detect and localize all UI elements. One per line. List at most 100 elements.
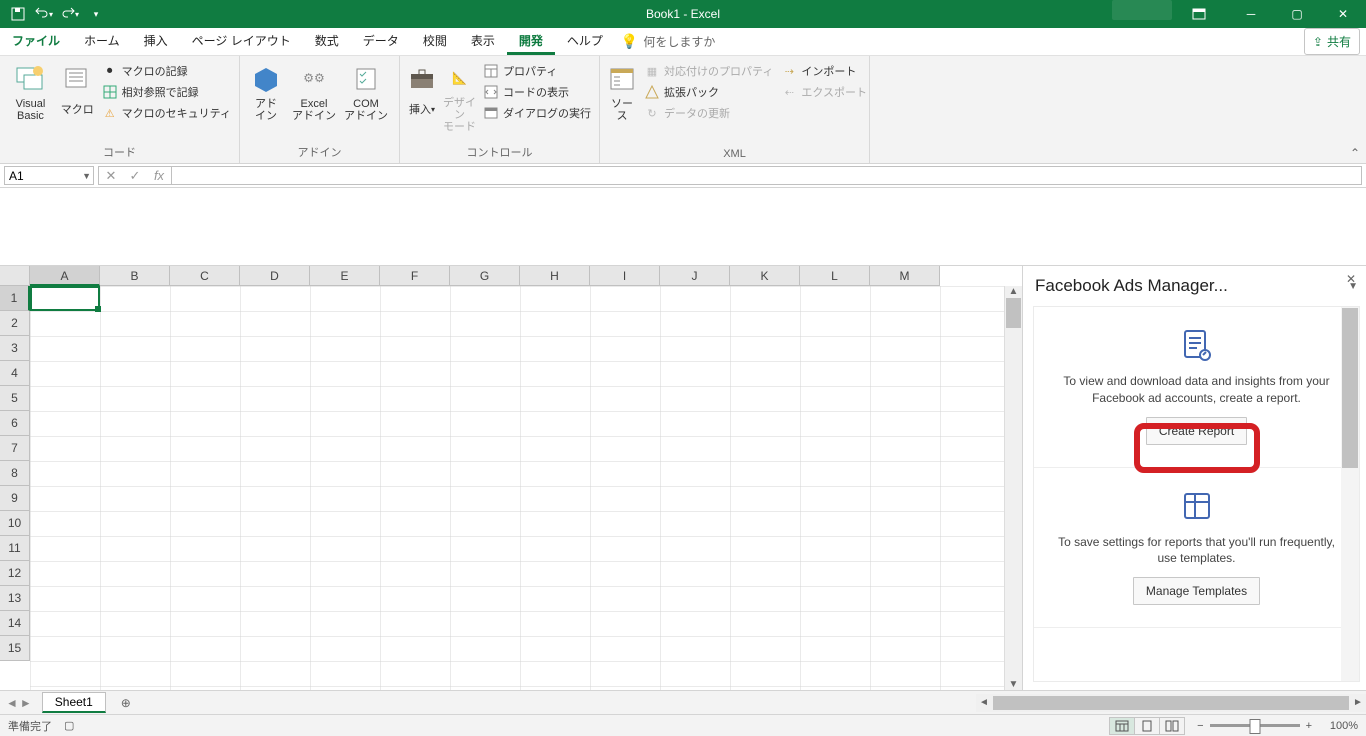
add-sheet-icon[interactable]: ⊕ <box>116 696 136 710</box>
scroll-down-icon[interactable]: ▼ <box>1005 679 1022 690</box>
vertical-scrollbar[interactable]: ▲ ▼ <box>1004 286 1022 690</box>
macros-button[interactable]: マクロ <box>59 60 96 123</box>
manage-templates-button[interactable]: Manage Templates <box>1133 577 1260 605</box>
select-all-cell[interactable] <box>0 266 30 286</box>
share-button[interactable]: ⇪共有 <box>1304 28 1360 55</box>
col-header-H[interactable]: H <box>520 266 590 286</box>
col-header-E[interactable]: E <box>310 266 380 286</box>
tab-view[interactable]: 表示 <box>459 28 507 55</box>
visual-basic-button[interactable]: Visual Basic <box>6 60 55 123</box>
name-box[interactable]: A1▼ <box>4 166 94 185</box>
enter-icon[interactable]: ✓ <box>123 168 147 184</box>
row-header-2[interactable]: 2 <box>0 311 30 336</box>
col-header-G[interactable]: G <box>450 266 520 286</box>
design-mode-button[interactable]: 📐デザイン モード <box>442 60 477 133</box>
macro-record-status-icon[interactable]: ▢ <box>64 719 74 732</box>
excel-addins-button[interactable]: ⚙⚙Excel アドイン <box>290 60 338 123</box>
tab-formulas[interactable]: 数式 <box>303 28 351 55</box>
import-button[interactable]: ⇢インポート <box>779 62 869 80</box>
tab-data[interactable]: データ <box>351 28 411 55</box>
tab-developer[interactable]: 開発 <box>507 28 555 55</box>
row-header-4[interactable]: 4 <box>0 361 30 386</box>
col-header-D[interactable]: D <box>240 266 310 286</box>
taskpane-scrollbar[interactable] <box>1341 307 1359 681</box>
row-header-15[interactable]: 15 <box>0 636 30 661</box>
sheet-tab-1[interactable]: Sheet1 <box>42 692 106 713</box>
properties-button[interactable]: プロパティ <box>481 62 593 80</box>
cancel-icon[interactable]: ✕ <box>99 168 123 184</box>
expansion-pack-button[interactable]: 拡張パック <box>642 83 775 101</box>
tab-review[interactable]: 校閲 <box>411 28 459 55</box>
hscroll-thumb[interactable] <box>993 696 1349 710</box>
xml-source-button[interactable]: ソース <box>606 60 638 123</box>
col-header-A[interactable]: A <box>30 266 100 286</box>
addins-button[interactable]: アド イン <box>246 60 286 123</box>
collapse-ribbon-icon[interactable]: ⌃ <box>1350 146 1360 160</box>
dropdown-icon[interactable]: ▼ <box>82 171 91 181</box>
taskpane-close-icon[interactable]: ✕ <box>1346 272 1356 286</box>
scroll-right-icon[interactable]: ► <box>1350 697 1366 708</box>
formula-input[interactable] <box>172 166 1362 185</box>
zoom-out-icon[interactable]: − <box>1197 720 1203 732</box>
col-header-C[interactable]: C <box>170 266 240 286</box>
ribbon-display-options-icon[interactable] <box>1176 0 1222 28</box>
undo-icon[interactable]: ▾ <box>32 2 56 26</box>
create-report-button[interactable]: Create Report <box>1146 417 1247 445</box>
formula-bar-expanded[interactable] <box>0 188 1366 266</box>
user-account[interactable] <box>1112 0 1172 20</box>
row-header-14[interactable]: 14 <box>0 611 30 636</box>
save-icon[interactable] <box>6 2 30 26</box>
row-header-12[interactable]: 12 <box>0 561 30 586</box>
row-header-9[interactable]: 9 <box>0 486 30 511</box>
tell-me[interactable]: 💡何をしますか <box>621 28 715 55</box>
minimize-button[interactable]: ─ <box>1228 0 1274 28</box>
macro-security-button[interactable]: ⚠マクロのセキュリティ <box>100 104 233 122</box>
col-header-L[interactable]: L <box>800 266 870 286</box>
fx-icon[interactable]: fx <box>147 168 171 183</box>
col-header-M[interactable]: M <box>870 266 940 286</box>
row-header-6[interactable]: 6 <box>0 411 30 436</box>
col-header-B[interactable]: B <box>100 266 170 286</box>
page-break-view-icon[interactable] <box>1159 717 1185 735</box>
next-sheet-icon[interactable]: ► <box>20 696 32 710</box>
col-header-I[interactable]: I <box>590 266 660 286</box>
row-header-5[interactable]: 5 <box>0 386 30 411</box>
horizontal-scrollbar[interactable]: ◄ ► <box>976 694 1366 712</box>
page-layout-view-icon[interactable] <box>1134 717 1160 735</box>
maximize-button[interactable]: ▢ <box>1274 0 1320 28</box>
redo-icon[interactable]: ▾ <box>58 2 82 26</box>
row-header-3[interactable]: 3 <box>0 336 30 361</box>
com-addins-button[interactable]: COM アドイン <box>342 60 390 123</box>
col-header-K[interactable]: K <box>730 266 800 286</box>
zoom-slider[interactable] <box>1210 724 1300 727</box>
worksheet-grid[interactable]: A B C D E F G H I J K L M 1 2 3 4 5 6 7 … <box>0 266 1022 690</box>
scroll-left-icon[interactable]: ◄ <box>976 697 992 708</box>
normal-view-icon[interactable] <box>1109 717 1135 735</box>
run-dialog-button[interactable]: ダイアログの実行 <box>481 104 593 122</box>
qat-customize-icon[interactable]: ▾ <box>84 2 108 26</box>
row-header-10[interactable]: 10 <box>0 511 30 536</box>
close-button[interactable]: ✕ <box>1320 0 1366 28</box>
tab-help[interactable]: ヘルプ <box>555 28 615 55</box>
vscroll-thumb[interactable] <box>1006 298 1021 328</box>
prev-sheet-icon[interactable]: ◄ <box>6 696 18 710</box>
relative-ref-button[interactable]: 相対参照で記録 <box>100 83 233 101</box>
row-header-7[interactable]: 7 <box>0 436 30 461</box>
tab-insert[interactable]: 挿入 <box>132 28 180 55</box>
insert-control-button[interactable]: 挿入▾ <box>406 60 438 123</box>
zoom-in-icon[interactable]: + <box>1306 720 1312 732</box>
row-header-11[interactable]: 11 <box>0 536 30 561</box>
record-macro-button[interactable]: ⏺マクロの記録 <box>100 62 233 80</box>
row-header-8[interactable]: 8 <box>0 461 30 486</box>
file-tab[interactable]: ファイル <box>0 28 72 55</box>
tab-page-layout[interactable]: ページ レイアウト <box>180 28 303 55</box>
col-header-F[interactable]: F <box>380 266 450 286</box>
view-code-button[interactable]: コードの表示 <box>481 83 593 101</box>
row-header-1[interactable]: 1 <box>0 286 30 311</box>
scroll-up-icon[interactable]: ▲ <box>1005 286 1022 297</box>
cell-grid[interactable] <box>30 286 1004 690</box>
row-header-13[interactable]: 13 <box>0 586 30 611</box>
zoom-level[interactable]: 100% <box>1318 720 1358 732</box>
tab-home[interactable]: ホーム <box>72 28 132 55</box>
taskpane-scroll-thumb[interactable] <box>1342 308 1358 468</box>
